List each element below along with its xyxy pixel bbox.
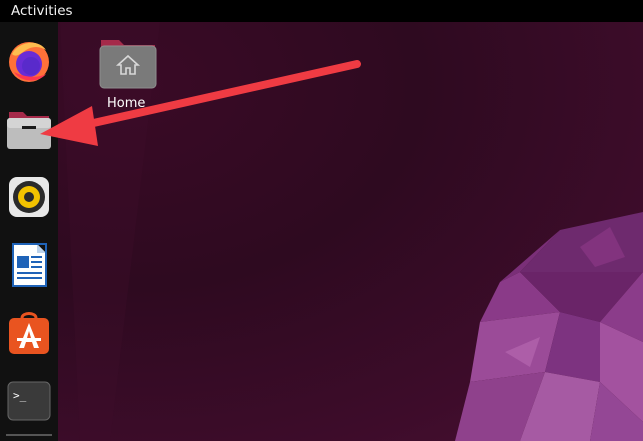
dock: >_ xyxy=(0,22,58,441)
terminal-icon: >_ xyxy=(7,381,51,421)
files-icon xyxy=(7,112,51,149)
desktop-home-folder[interactable]: Home xyxy=(98,36,158,111)
home-folder-label: Home xyxy=(107,96,146,111)
dock-item-rhythmbox[interactable] xyxy=(4,172,54,222)
wallpaper xyxy=(60,22,643,441)
dock-item-files[interactable] xyxy=(4,104,54,154)
dock-separator xyxy=(6,434,52,436)
terminal-prompt: >_ xyxy=(13,389,27,402)
dock-item-ubuntu-software[interactable] xyxy=(4,308,54,358)
rhythmbox-icon xyxy=(9,177,49,217)
software-icon xyxy=(9,312,49,354)
dock-item-writer[interactable] xyxy=(4,240,54,290)
activities-button[interactable]: Activities xyxy=(11,2,73,20)
writer-icon xyxy=(12,243,47,287)
screen: Activities >_ Home xyxy=(0,0,643,441)
firefox-icon xyxy=(9,42,49,82)
dock-item-terminal[interactable]: >_ xyxy=(4,376,54,426)
desktop xyxy=(0,22,643,441)
dock-item-firefox[interactable] xyxy=(4,36,54,86)
home-folder-icon xyxy=(99,40,157,89)
top-bar: Activities xyxy=(0,0,643,22)
